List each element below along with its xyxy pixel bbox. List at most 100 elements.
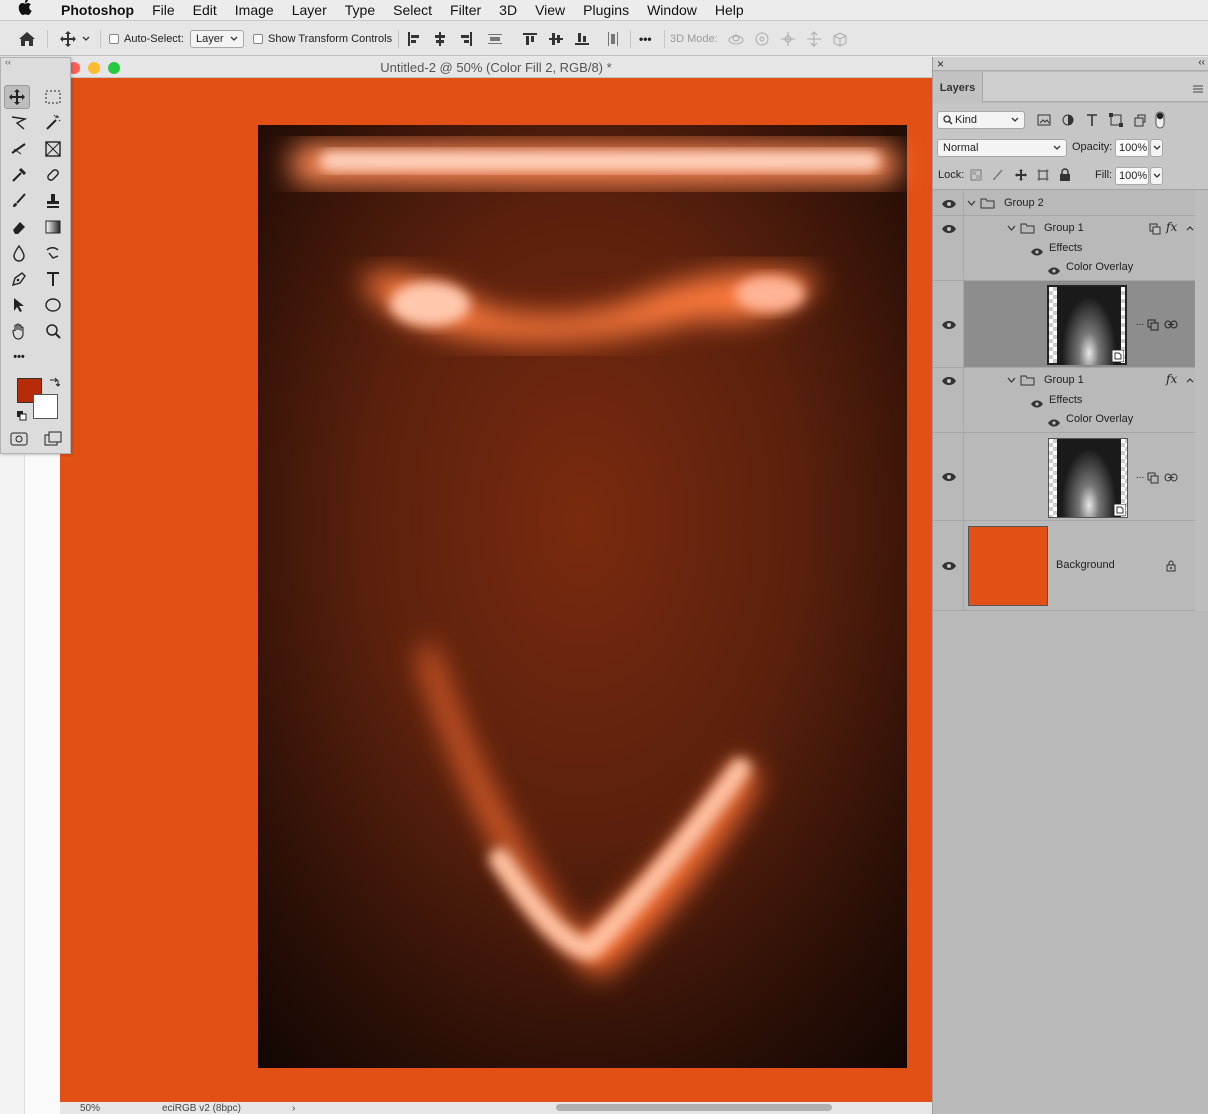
fx-icon[interactable]: fx [1166, 372, 1177, 386]
menu-app-name[interactable]: Photoshop [52, 0, 143, 21]
menu-filter[interactable]: Filter [441, 0, 490, 21]
collapse-panel-button[interactable]: ‹‹ [1198, 57, 1205, 68]
smudge-tool[interactable] [40, 241, 66, 265]
menu-layer[interactable]: Layer [283, 0, 336, 21]
layer-row-smart-object[interactable]: ... [933, 432, 1195, 521]
shape-filter-icon[interactable] [1109, 113, 1123, 130]
visibility-eye-icon[interactable] [941, 375, 957, 387]
screen-mode-button[interactable] [40, 427, 66, 451]
tab-layers[interactable]: Layers [933, 72, 983, 103]
lock-transparent-icon[interactable] [970, 169, 982, 184]
show-transform-checkbox[interactable] [253, 34, 263, 44]
menu-plugins[interactable]: Plugins [574, 0, 638, 21]
lock-position-icon[interactable] [1014, 168, 1028, 185]
distribute-icon[interactable] [485, 29, 505, 49]
stamp-tool[interactable] [40, 189, 66, 213]
apple-menu-icon[interactable] [18, 0, 40, 21]
menu-help[interactable]: Help [706, 0, 753, 21]
home-icon[interactable] [17, 29, 37, 49]
align-top-icon[interactable] [520, 29, 540, 49]
canvas-area[interactable] [60, 79, 932, 1102]
menu-3d[interactable]: 3D [490, 0, 526, 21]
default-colors-icon[interactable] [17, 410, 27, 424]
align-bottom-icon[interactable] [572, 29, 592, 49]
adjustment-filter-icon[interactable] [1061, 113, 1075, 130]
eyedropper-tool[interactable] [6, 163, 32, 187]
layer-thumbnail[interactable] [1048, 438, 1128, 518]
swap-colors-icon[interactable] [48, 376, 61, 391]
align-right-icon[interactable] [456, 29, 476, 49]
eraser-tool[interactable] [6, 215, 32, 239]
auto-select-checkbox[interactable] [109, 34, 119, 44]
crop-tool[interactable] [6, 137, 32, 161]
healing-tool[interactable] [40, 163, 66, 187]
effects-eye-icon[interactable] [1030, 399, 1044, 409]
chevron-down-icon[interactable] [1007, 377, 1016, 384]
layers-scrollbar[interactable] [1195, 191, 1208, 611]
filter-kind-dropdown[interactable]: Kind [937, 111, 1025, 129]
pixel-filter-icon[interactable] [1037, 113, 1051, 130]
horizontal-scrollbar[interactable] [556, 1104, 832, 1111]
fill-input[interactable]: 100% [1115, 167, 1149, 185]
align-vertical-center-icon[interactable] [546, 29, 566, 49]
show-transform-option[interactable]: Show Transform Controls [253, 30, 392, 48]
align-horizontal-center-icon[interactable] [430, 29, 450, 49]
chevron-up-icon[interactable] [1186, 225, 1194, 231]
layer-row-group-1[interactable]: Group 1 fx Effects Color Overlay [933, 216, 1195, 279]
blur-tool[interactable] [6, 241, 32, 265]
chevron-down-icon[interactable] [967, 200, 976, 207]
brush-tool[interactable] [6, 189, 32, 213]
move-tool[interactable] [4, 85, 30, 109]
smart-object-filter-icon[interactable] [1133, 113, 1147, 130]
layer-row-background[interactable]: Background [933, 521, 1195, 611]
move-tool-icon[interactable] [58, 29, 78, 49]
distribute-vertical-icon[interactable] [603, 29, 623, 49]
blend-mode-dropdown[interactable]: Normal [937, 139, 1067, 157]
quick-mask-button[interactable] [6, 427, 32, 451]
chevron-up-icon[interactable] [1186, 377, 1194, 383]
effects-eye-icon[interactable] [1030, 247, 1044, 257]
layer-row-group-1[interactable]: Group 1 fx Effects Color Overlay [933, 368, 1195, 431]
minimize-window-button[interactable] [88, 62, 100, 74]
path-selection-tool[interactable] [6, 293, 32, 317]
visibility-eye-icon[interactable] [941, 560, 957, 572]
menu-type[interactable]: Type [336, 0, 384, 21]
zoom-tool[interactable] [40, 319, 66, 343]
layer-thumbnail[interactable] [1047, 285, 1127, 365]
opacity-slider-button[interactable] [1150, 139, 1163, 157]
layer-row-smart-object-selected[interactable]: ... [933, 280, 1195, 368]
link-icon[interactable] [1164, 320, 1178, 329]
type-tool[interactable] [40, 267, 66, 291]
pen-tool[interactable] [6, 267, 32, 291]
opacity-input[interactable]: 100% [1115, 139, 1149, 157]
magic-wand-tool[interactable] [40, 111, 66, 135]
ellipse-tool[interactable] [40, 293, 66, 317]
hand-tool[interactable] [6, 319, 32, 343]
chevron-down-icon[interactable] [80, 29, 92, 49]
menu-select[interactable]: Select [384, 0, 441, 21]
fill-slider-button[interactable] [1150, 167, 1163, 185]
more-options-button[interactable]: ••• [639, 30, 652, 48]
artwork-canvas[interactable] [60, 79, 932, 1102]
visibility-eye-icon[interactable] [941, 223, 957, 235]
zoom-window-button[interactable] [108, 62, 120, 74]
background-color-swatch[interactable] [33, 394, 58, 419]
background-thumbnail[interactable] [968, 526, 1048, 606]
gradient-tool[interactable] [40, 215, 66, 239]
lock-all-icon[interactable] [1059, 168, 1071, 185]
visibility-eye-icon[interactable] [941, 198, 957, 210]
edit-toolbar-button[interactable]: ••• [6, 345, 32, 369]
visibility-eye-icon[interactable] [941, 471, 957, 483]
auto-select-option[interactable]: Auto-Select: [109, 30, 184, 48]
menu-edit[interactable]: Edit [184, 0, 226, 21]
lock-pixels-icon[interactable] [992, 169, 1004, 184]
close-panel-button[interactable]: × [937, 57, 944, 71]
layer-row-group-2[interactable]: Group 2 [933, 191, 1195, 216]
menu-image[interactable]: Image [226, 0, 283, 21]
effect-eye-icon[interactable] [1047, 418, 1061, 428]
zoom-level[interactable]: 50% [80, 1103, 100, 1114]
fx-icon[interactable]: fx [1166, 220, 1177, 234]
lock-artboard-icon[interactable] [1036, 168, 1050, 185]
chevron-down-icon[interactable] [1007, 225, 1016, 232]
lasso-tool[interactable] [6, 111, 32, 135]
